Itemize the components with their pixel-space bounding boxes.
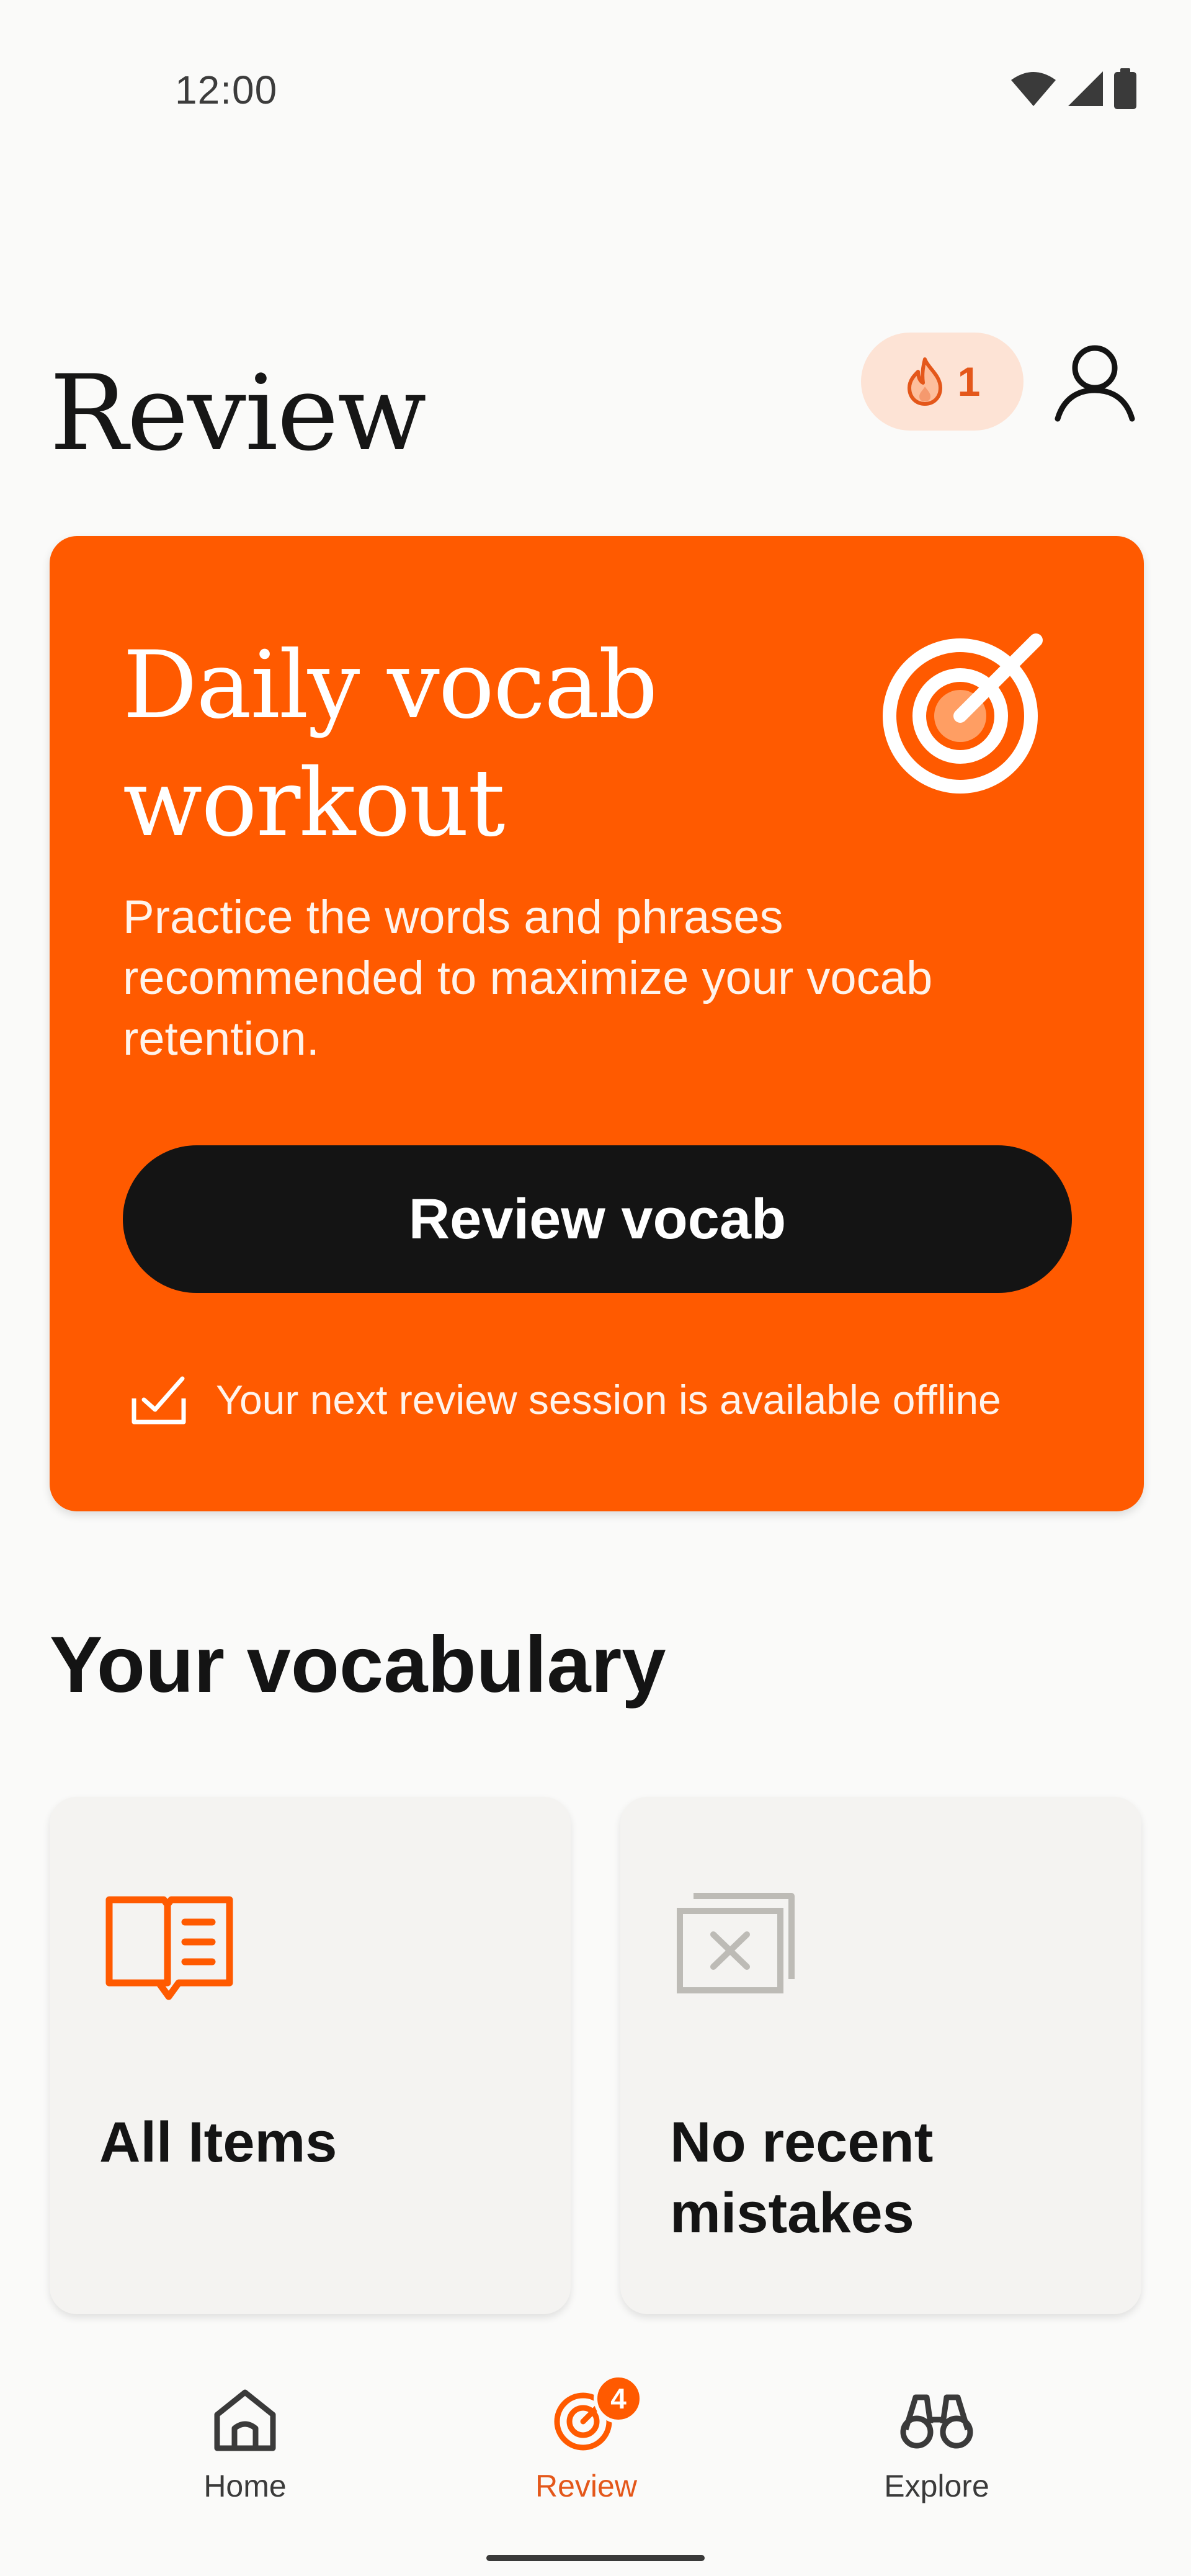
home-indicator[interactable] xyxy=(486,2555,705,2561)
nav-label-explore: Explore xyxy=(884,2469,989,2503)
wifi-icon xyxy=(1011,72,1056,106)
status-time: 12:00 xyxy=(175,68,278,112)
checked-tray-icon xyxy=(132,1376,186,1424)
header: Review 1 xyxy=(0,298,1191,484)
target-icon xyxy=(883,633,1043,794)
profile-button[interactable] xyxy=(1048,335,1141,428)
home-icon xyxy=(214,2389,276,2451)
streak-count: 1 xyxy=(957,359,981,405)
streak-badge[interactable]: 1 xyxy=(861,333,1024,431)
status-icons xyxy=(1010,68,1136,109)
nav-item-review[interactable]: 4 Review xyxy=(462,2374,710,2531)
open-book-icon xyxy=(105,1896,233,2000)
status-bar: 12:00 xyxy=(0,0,1191,186)
offline-note: Your next review session is available of… xyxy=(130,1374,1001,1426)
all-items-tile[interactable]: All Items xyxy=(50,1797,571,2314)
flame-icon xyxy=(907,357,942,406)
offline-text: Your next review session is available of… xyxy=(216,1377,1001,1423)
mistakes-cards-icon xyxy=(677,1893,795,1993)
review-vocab-button[interactable]: Review vocab xyxy=(123,1145,1072,1293)
nav-label-home: Home xyxy=(203,2469,287,2503)
user-icon xyxy=(1055,345,1135,422)
review-count-badge: 4 xyxy=(594,2374,643,2423)
nav-item-explore[interactable]: Explore xyxy=(813,2382,1061,2531)
page-title: Review xyxy=(50,352,427,474)
battery-icon xyxy=(1114,68,1136,109)
cellular-signal-icon xyxy=(1068,71,1103,106)
bottom-navigation: Home 4 Review Explore xyxy=(0,2345,1191,2576)
recent-mistakes-tile[interactable]: No recent mistakes xyxy=(620,1797,1141,2314)
binoculars-icon xyxy=(900,2394,973,2449)
workout-description: Practice the words and phrases recommend… xyxy=(123,891,933,1065)
nav-item-home[interactable]: Home xyxy=(121,2382,369,2531)
recent-mistakes-label: No recent mistakes xyxy=(670,2111,934,2245)
nav-label-review: Review xyxy=(535,2469,637,2503)
all-items-label: All Items xyxy=(99,2111,337,2174)
daily-workout-card: Daily vocab workout Practice the words a… xyxy=(50,536,1144,1511)
vocabulary-section-title: Your vocabulary xyxy=(50,1621,666,1709)
workout-title: Daily vocab workout xyxy=(123,632,658,857)
